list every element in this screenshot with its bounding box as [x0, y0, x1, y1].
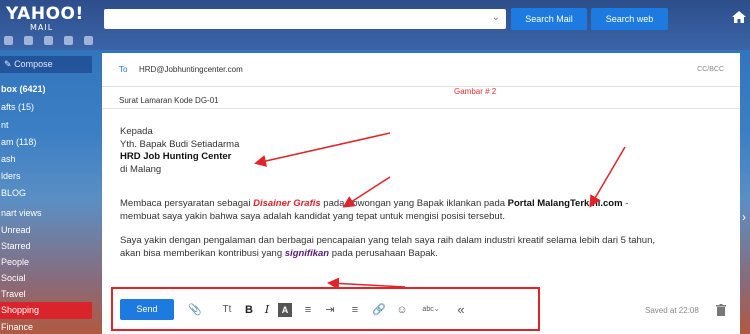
bullet-list-icon[interactable]: ≡: [301, 303, 315, 317]
text-color-icon[interactable]: A: [278, 303, 292, 317]
sidebar-item-people[interactable]: People: [0, 254, 92, 271]
sidebar-item-folders[interactable]: lders: [0, 168, 92, 185]
saved-status: Saved at 22:08: [645, 306, 699, 315]
logo-text: YAHOO!: [6, 4, 84, 24]
message-body[interactable]: Kepada Yth. Bapak Budi Setiadarma HRD Jo…: [120, 126, 720, 260]
yahoo-mail-logo[interactable]: YAHOO! MAIL: [6, 6, 84, 33]
compose-button[interactable]: ✎ Compose: [0, 56, 92, 73]
body-line: Yth. Bapak Budi Setiadarma: [120, 138, 240, 150]
sidebar-item-inbox[interactable]: box (6421): [0, 81, 92, 98]
sidebar-item-sent[interactable]: nt: [0, 117, 92, 134]
chevron-right-icon[interactable]: ›: [742, 210, 746, 224]
sidebar-item-travel[interactable]: Travel: [0, 286, 92, 303]
search-mail-button[interactable]: Search Mail: [511, 8, 587, 30]
sidebar-item-shopping[interactable]: Shopping: [0, 302, 92, 319]
sidebar-item-drafts[interactable]: afts (15): [0, 99, 92, 116]
body-paragraph: akan bisa memberikan kontribusi yang sig…: [120, 248, 720, 261]
body-line: HRD Job Hunting Center: [120, 151, 232, 162]
body-text-span: pada Lowongan yang Bapak iklankan pada: [320, 198, 508, 209]
calendar-icon[interactable]: [24, 36, 33, 45]
trash-icon[interactable]: [716, 304, 726, 316]
sidebar-section-smart-views[interactable]: nart views: [0, 205, 92, 222]
align-icon[interactable]: ≡: [348, 303, 362, 317]
chevron-down-icon[interactable]: ⌄: [492, 12, 500, 23]
subject-row: Surat Lamaran Kode DG-01: [102, 87, 740, 109]
pencil-icon: ✎: [4, 59, 12, 69]
to-label: To: [119, 65, 128, 74]
attachment-icon[interactable]: 📎: [188, 303, 202, 317]
body-emphasis: signifikan: [284, 247, 330, 259]
cc-bcc-link[interactable]: CC/BCC: [697, 66, 724, 73]
body-text-span: -: [622, 198, 629, 209]
body-text-span: pada perusahaan Bapak.: [329, 247, 438, 259]
home-icon[interactable]: [731, 10, 747, 24]
sidebar: ✎ Compose box (6421) afts (15) nt am (11…: [0, 56, 92, 334]
text-size-icon[interactable]: Tt: [220, 303, 234, 317]
bold-icon[interactable]: B: [242, 303, 256, 317]
body-paragraph: Membaca persyaratan sebagai Disainer Gra…: [120, 198, 720, 211]
spellcheck-icon[interactable]: abc⌄: [418, 303, 444, 317]
sidebar-item-finance[interactable]: Finance: [0, 319, 92, 334]
sidebar-item-spam[interactable]: am (118): [0, 134, 92, 151]
sidebar-item-trash[interactable]: ash: [0, 151, 92, 168]
body-text-span: akan bisa memberikan kontribusi yang: [120, 247, 285, 259]
collapse-toolbar-icon[interactable]: «: [454, 303, 468, 317]
to-row: To HRD@Jobhuntingcenter.com CC/BCC: [102, 53, 740, 87]
logo-sub: MAIL: [30, 23, 54, 32]
body-line: Kepada: [120, 126, 153, 137]
body-emphasis: Disainer Grafis: [253, 198, 321, 209]
body-line: membuat saya yakin bahwa saya adalah kan…: [120, 210, 505, 222]
indent-icon[interactable]: ⇥: [323, 303, 337, 317]
app-icon-row: [0, 36, 100, 50]
sidebar-item-unread[interactable]: Unread: [0, 222, 92, 239]
search-input[interactable]: ⌄: [104, 9, 506, 29]
link-icon[interactable]: 🔗: [372, 303, 386, 317]
send-button[interactable]: Send: [120, 299, 174, 320]
body-line: Saya yakin dengan pengalaman dan berbaga…: [120, 235, 655, 246]
italic-icon[interactable]: I: [260, 303, 274, 317]
notepad-icon[interactable]: [44, 36, 53, 45]
messenger-icon[interactable]: [64, 36, 73, 45]
compose-label: Compose: [14, 59, 53, 69]
body-text-span: Membaca persyaratan sebagai: [120, 198, 254, 209]
subject-field[interactable]: Surat Lamaran Kode DG-01: [119, 96, 219, 105]
contacts-icon[interactable]: [4, 36, 13, 45]
emoji-icon[interactable]: ☺: [395, 303, 409, 317]
to-field[interactable]: HRD@Jobhuntingcenter.com: [139, 65, 243, 74]
compose-toolbar: Send 📎 Tt B I A ≡ ⇥ ≡ 🔗 ☺ abc⌄ « Saved a…: [102, 285, 740, 334]
sidebar-item-blog[interactable]: BLOG: [0, 185, 92, 202]
annotation-label: Gambar # 2: [454, 87, 497, 96]
search-web-button[interactable]: Search web: [591, 8, 668, 30]
mobile-icon[interactable]: [84, 36, 93, 45]
sidebar-item-social[interactable]: Social: [0, 270, 92, 287]
top-header: YAHOO! MAIL ⌄ Search Mail Search web: [0, 0, 750, 50]
compose-pane: To HRD@Jobhuntingcenter.com CC/BCC Surat…: [102, 53, 740, 334]
body-line: di Malang: [120, 163, 162, 175]
body-strong: Portal MalangTerkini.com: [507, 198, 623, 209]
sidebar-item-starred[interactable]: Starred: [0, 238, 92, 255]
